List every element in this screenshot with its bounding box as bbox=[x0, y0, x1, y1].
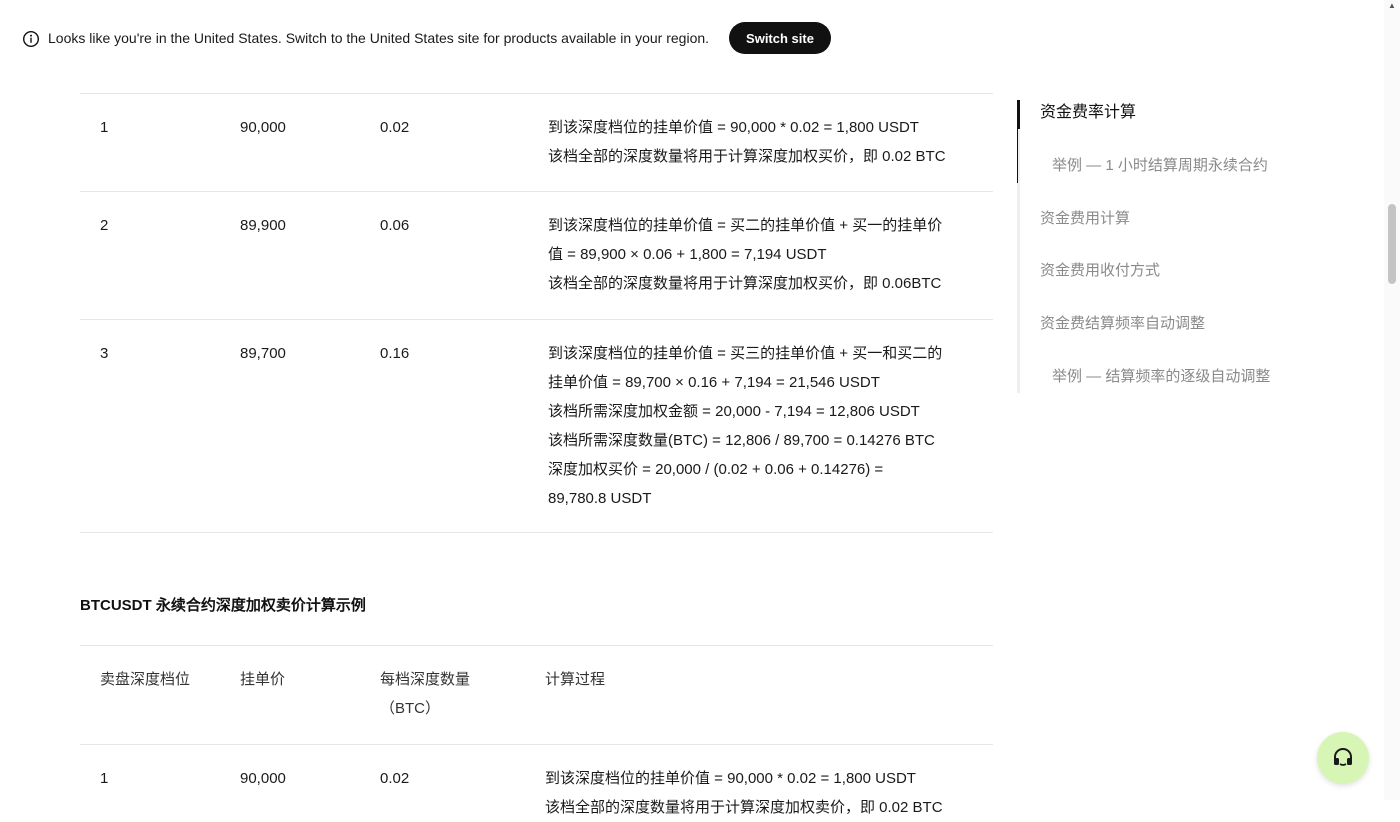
region-banner: Looks like you're in the United States. … bbox=[0, 0, 1384, 76]
process-cell: 到该深度档位的挂单价值 = 90,000 * 0.02 = 1,800 USDT… bbox=[545, 764, 975, 822]
process-line: 该档全部的深度数量将用于计算深度加权买价，即 0.06BTC bbox=[548, 275, 942, 292]
scrollbar-thumb[interactable] bbox=[1388, 204, 1396, 284]
triangle-up-icon[interactable]: ▲ bbox=[1388, 2, 1396, 10]
process-line: 该档所需深度加权金额 = 20,000 - 7,194 = 12,806 USD… bbox=[548, 403, 920, 420]
process-line: 到该深度档位的挂单价值 = 买三的挂单价值 + 买一和买二的 bbox=[548, 345, 943, 362]
header-qty-line: 每档深度数量 bbox=[380, 671, 471, 688]
scrollbar[interactable]: ▲ bbox=[1384, 0, 1400, 800]
process-line: 深度加权买价 = 20,000 / (0.02 + 0.06 + 0.14276… bbox=[548, 461, 884, 478]
level-cell: 2 bbox=[100, 217, 109, 234]
info-icon bbox=[22, 30, 40, 48]
process-line: 到该深度档位的挂单价值 = 买二的挂单价值 + 买一的挂单价 bbox=[548, 217, 943, 234]
toc-item-funding-fee-calc[interactable]: 资金费用计算 bbox=[1040, 206, 1130, 232]
toc-item-auto-adjust[interactable]: 资金费结算频率自动调整 bbox=[1040, 311, 1205, 337]
header-qty-unit: （BTC） bbox=[380, 700, 441, 717]
process-line: 该档所需深度数量(BTC) = 12,806 / 89,700 = 0.1427… bbox=[548, 432, 935, 449]
table-divider bbox=[80, 93, 993, 94]
price-cell: 90,000 bbox=[240, 119, 286, 136]
region-banner-message: Looks like you're in the United States. … bbox=[48, 30, 710, 46]
level-cell: 1 bbox=[100, 119, 109, 136]
price-cell: 90,000 bbox=[240, 770, 286, 787]
section-heading: BTCUSDT 永续合约深度加权卖价计算示例 bbox=[80, 597, 366, 614]
support-chat-button[interactable] bbox=[1317, 732, 1369, 784]
qty-cell: 0.02 bbox=[380, 770, 410, 787]
process-cell: 到该深度档位的挂单价值 = 买二的挂单价值 + 买一的挂单价 值 = 89,90… bbox=[548, 211, 978, 298]
process-line: 到该深度档位的挂单价值 = 90,000 * 0.02 = 1,800 USDT bbox=[548, 119, 919, 136]
process-cell: 到该深度档位的挂单价值 = 90,000 * 0.02 = 1,800 USDT… bbox=[548, 113, 978, 171]
toc-item-example-1h[interactable]: 举例 — 1 小时结算周期永续合约 bbox=[1052, 153, 1268, 179]
process-cell: 到该深度档位的挂单价值 = 买三的挂单价值 + 买一和买二的 挂单价值 = 89… bbox=[548, 339, 978, 513]
qty-cell: 0.02 bbox=[380, 119, 410, 136]
header-process: 计算过程 bbox=[545, 671, 606, 688]
article-content: 1 90,000 0.02 到该深度档位的挂单价值 = 90,000 * 0.0… bbox=[80, 0, 993, 816]
toc-active-indicator bbox=[1017, 100, 1020, 129]
qty-cell: 0.06 bbox=[380, 217, 410, 234]
process-line: 挂单价值 = 89,700 × 0.16 + 7,194 = 21,546 US… bbox=[548, 374, 880, 391]
switch-site-button[interactable]: Switch site bbox=[729, 22, 831, 54]
level-cell: 3 bbox=[100, 345, 109, 362]
header-level: 卖盘深度档位 bbox=[100, 671, 191, 688]
level-cell: 1 bbox=[100, 770, 109, 787]
process-line: 该档全部的深度数量将用于计算深度加权买价，即 0.02 BTC bbox=[548, 148, 946, 165]
headset-icon bbox=[1334, 748, 1352, 766]
process-line: 到该深度档位的挂单价值 = 90,000 * 0.02 = 1,800 USDT bbox=[545, 770, 916, 787]
table-divider bbox=[80, 319, 993, 320]
table-divider bbox=[80, 744, 993, 745]
price-cell: 89,900 bbox=[240, 217, 286, 234]
header-price: 挂单价 bbox=[240, 671, 286, 688]
toc-item-funding-rate-calc[interactable]: 资金费率计算 bbox=[1040, 100, 1136, 126]
table-divider bbox=[80, 532, 993, 533]
qty-cell: 0.16 bbox=[380, 345, 410, 362]
toc-item-example-adjust[interactable]: 举例 — 结算频率的逐级自动调整 bbox=[1052, 364, 1270, 390]
table-divider bbox=[80, 191, 993, 192]
process-line: 该档全部的深度数量将用于计算深度加权卖价，即 0.02 BTC bbox=[545, 799, 943, 816]
header-qty: 每档深度数量 （BTC） bbox=[380, 665, 470, 723]
toc-item-payment-method[interactable]: 资金费用收付方式 bbox=[1040, 258, 1160, 284]
process-line: 89,780.8 USDT bbox=[548, 490, 652, 507]
table-divider bbox=[80, 645, 993, 646]
process-line: 值 = 89,900 × 0.06 + 1,800 = 7,194 USDT bbox=[548, 246, 827, 263]
price-cell: 89,700 bbox=[240, 345, 286, 362]
toc-active-line bbox=[1017, 129, 1018, 183]
